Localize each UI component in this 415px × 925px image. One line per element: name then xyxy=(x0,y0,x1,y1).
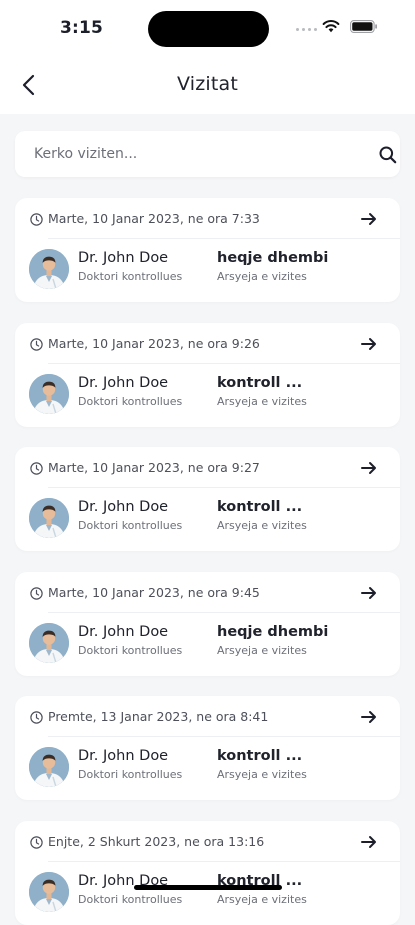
doctor-role-label: Doktori kontrollues xyxy=(78,519,183,532)
doctor-role-label: Doktori kontrollues xyxy=(78,270,183,283)
visit-date: Marte, 10 Janar 2023, ne ora 7:33 xyxy=(48,211,260,226)
visit-card[interactable]: Marte, 10 Janar 2023, ne ora 9:27 Dr. Jo… xyxy=(15,447,400,551)
clock-icon xyxy=(30,711,43,724)
arrow-right-icon[interactable] xyxy=(359,458,379,478)
visit-date: Enjte, 2 Shkurt 2023, ne ora 13:16 xyxy=(48,834,265,849)
visit-reason-label: Arsyeja e vizites xyxy=(217,644,307,657)
doctor-avatar xyxy=(29,872,69,912)
visit-card[interactable]: Marte, 10 Janar 2023, ne ora 9:45 Dr. Jo… xyxy=(15,572,400,676)
visit-card[interactable]: Premte, 13 Janar 2023, ne ora 8:41 Dr. J… xyxy=(15,696,400,800)
clock-icon xyxy=(30,213,43,226)
doctor-role-label: Doktori kontrollues xyxy=(78,395,183,408)
wifi-icon xyxy=(322,20,340,33)
divider xyxy=(48,861,400,862)
search-box xyxy=(15,131,400,177)
visit-card[interactable]: Marte, 10 Janar 2023, ne ora 7:33 Dr. Jo… xyxy=(15,198,400,302)
page-title: Vizitat xyxy=(176,73,239,95)
clock-icon xyxy=(30,462,43,475)
visit-reason-label: Arsyeja e vizites xyxy=(217,270,307,283)
status-time: 3:15 xyxy=(60,18,104,38)
search-icon[interactable] xyxy=(378,145,398,165)
visit-reason: kontroll ... xyxy=(217,748,303,764)
divider xyxy=(48,612,400,613)
doctor-name: Dr. John Doe xyxy=(78,624,169,640)
clock-icon xyxy=(30,587,43,600)
dynamic-island xyxy=(148,11,269,47)
divider xyxy=(48,736,400,737)
arrow-right-icon[interactable] xyxy=(359,583,379,603)
visit-reason: kontroll ... xyxy=(217,499,303,515)
battery-icon xyxy=(350,20,377,33)
status-bar: 3:15 xyxy=(0,0,415,58)
clock-icon xyxy=(30,338,43,351)
doctor-role-label: Doktori kontrollues xyxy=(78,768,183,781)
signal-icon xyxy=(296,28,317,31)
visit-reason-label: Arsyeja e vizites xyxy=(217,519,307,532)
visit-reason: heqje dhembi xyxy=(217,624,329,640)
visit-date: Premte, 13 Janar 2023, ne ora 8:41 xyxy=(48,709,269,724)
doctor-avatar xyxy=(29,747,69,787)
doctor-name: Dr. John Doe xyxy=(78,250,169,266)
search-input[interactable] xyxy=(34,131,354,177)
doctor-name: Dr. John Doe xyxy=(78,499,169,515)
visit-date: Marte, 10 Janar 2023, ne ora 9:26 xyxy=(48,336,260,351)
visit-card[interactable]: Marte, 10 Janar 2023, ne ora 9:26 Dr. Jo… xyxy=(15,323,400,427)
doctor-avatar xyxy=(29,623,69,663)
navigation-bar: Vizitat xyxy=(0,58,415,114)
divider xyxy=(48,487,400,488)
arrow-right-icon[interactable] xyxy=(359,334,379,354)
doctor-avatar xyxy=(29,374,69,414)
visit-card[interactable]: Enjte, 2 Shkurt 2023, ne ora 13:16 Dr. J… xyxy=(15,821,400,925)
visit-reason-label: Arsyeja e vizites xyxy=(217,395,307,408)
visit-date: Marte, 10 Janar 2023, ne ora 9:45 xyxy=(48,585,260,600)
doctor-role-label: Doktori kontrollues xyxy=(78,644,183,657)
clock-icon xyxy=(30,836,43,849)
visit-reason-label: Arsyeja e vizites xyxy=(217,768,307,781)
arrow-right-icon[interactable] xyxy=(359,832,379,852)
home-indicator xyxy=(134,885,282,890)
doctor-avatar xyxy=(29,249,69,289)
visit-reason: kontroll ... xyxy=(217,375,303,391)
arrow-right-icon[interactable] xyxy=(359,209,379,229)
visit-date: Marte, 10 Janar 2023, ne ora 9:27 xyxy=(48,460,260,475)
doctor-name: Dr. John Doe xyxy=(78,375,169,391)
divider xyxy=(48,238,400,239)
doctor-name: Dr. John Doe xyxy=(78,748,169,764)
arrow-right-icon[interactable] xyxy=(359,707,379,727)
doctor-avatar xyxy=(29,498,69,538)
divider xyxy=(48,363,400,364)
visit-reason: heqje dhembi xyxy=(217,250,329,266)
